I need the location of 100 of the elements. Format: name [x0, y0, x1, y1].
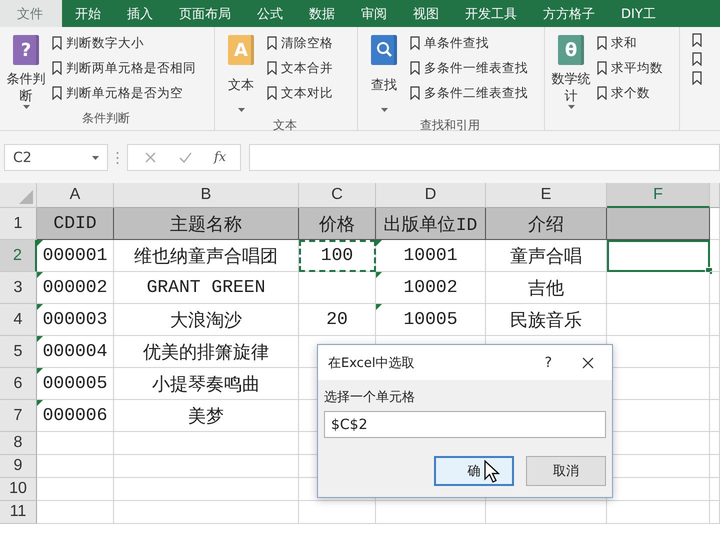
ribbon-tab[interactable]: DIY工: [608, 0, 669, 27]
group-label: 条件判断: [81, 110, 131, 127]
name-box[interactable]: C2: [4, 144, 108, 171]
table-cell: 主题名称: [114, 208, 299, 240]
ribbon-tab[interactable]: 开始: [62, 0, 114, 27]
table-cell: [710, 240, 720, 272]
column-header[interactable]: B: [114, 183, 299, 208]
table-cell: [710, 272, 720, 304]
dialog-button[interactable]: 确: [434, 456, 514, 486]
table-cell: [710, 336, 720, 368]
row-header[interactable]: 1: [0, 208, 37, 240]
ribbon-item[interactable]: 求个数: [597, 83, 663, 103]
book-icon: A: [228, 35, 254, 65]
caret-icon: [568, 105, 574, 109]
group-label: 文本: [272, 117, 298, 134]
column-header[interactable]: D: [376, 183, 486, 208]
table-cell: [710, 478, 720, 501]
ribbon-big-button[interactable]: ? 条件判断: [6, 31, 46, 109]
table-cell: 000001: [37, 240, 114, 272]
ribbon-tab[interactable]: 视图: [400, 0, 452, 27]
ribbon-big-button[interactable]: 查找: [371, 31, 397, 117]
table-cell: 20: [299, 304, 376, 336]
ribbon-big-button[interactable]: θ 数学统计: [552, 31, 590, 109]
column-header[interactable]: [710, 183, 720, 208]
table-cell: 美梦: [114, 400, 299, 432]
bookmark-icon: [597, 36, 607, 50]
help-button[interactable]: ?: [544, 354, 552, 370]
table-cell: 000006: [37, 400, 114, 432]
row-header[interactable]: 6: [0, 368, 37, 400]
row-header[interactable]: 9: [0, 455, 37, 478]
dialog-title: 在Excel中选取: [328, 354, 416, 372]
cancel-icon[interactable]: [144, 151, 157, 164]
row-header[interactable]: 10: [0, 478, 37, 501]
caret-icon: [238, 108, 244, 112]
grip-icon: [116, 150, 119, 164]
table-cell: 介绍: [486, 208, 607, 240]
table-cell: [710, 208, 720, 240]
row-header[interactable]: 8: [0, 432, 37, 455]
table-cell: [710, 501, 720, 524]
bookmark-icon: [267, 61, 277, 75]
bookmark-icon: [52, 86, 62, 100]
ribbon-big-button[interactable]: A 文本: [228, 31, 254, 117]
prompt-label: 选择一个单元格: [324, 389, 416, 406]
ribbon-item[interactable]: 多条件二维表查找: [410, 83, 528, 103]
bookmark-icon: [410, 36, 420, 50]
bookmark-icon: [692, 33, 702, 47]
insert-function-button[interactable]: fx: [214, 150, 226, 165]
bookmark-icon: [410, 86, 420, 100]
table-cell: 出版单位ID: [376, 208, 486, 240]
ribbon-item[interactable]: 判断数字大小: [52, 33, 196, 53]
input-field[interactable]: $C$2: [324, 411, 606, 438]
ribbon-tab[interactable]: 文件: [0, 0, 62, 27]
column-header[interactable]: E: [486, 183, 607, 208]
ribbon-tab[interactable]: 公式: [244, 0, 296, 27]
ribbon-item[interactable]: 单条件查找: [410, 33, 528, 53]
row-header[interactable]: 5: [0, 336, 37, 368]
ribbon-item[interactable]: 求平均数: [597, 58, 663, 78]
ribbon-item[interactable]: 多条件一维表查找: [410, 58, 528, 78]
table-cell: [710, 368, 720, 400]
formula-input[interactable]: [249, 144, 720, 171]
table-cell: GRANT GREEN: [114, 272, 299, 304]
bookmark-icon: [52, 36, 62, 50]
ribbon-item[interactable]: 判断两单元格是否相同: [52, 58, 196, 78]
column-header[interactable]: F: [607, 183, 710, 208]
table-cell: [710, 432, 720, 455]
bookmark-icon: [267, 86, 277, 100]
select-all-icon[interactable]: [19, 190, 33, 204]
table-cell: 10005: [376, 304, 486, 336]
close-icon[interactable]: [582, 356, 594, 368]
table-cell: 优美的排箫旋律: [114, 336, 299, 368]
bookmark-icon: [267, 36, 277, 50]
ribbon-tab[interactable]: 页面布局: [166, 0, 244, 27]
table-cell: 000003: [37, 304, 114, 336]
caret-icon: [22, 105, 30, 109]
dialog-button[interactable]: 取消: [526, 456, 606, 486]
column-header[interactable]: A: [37, 183, 114, 208]
column-header[interactable]: C: [299, 183, 376, 208]
ribbon-tab[interactable]: 数据: [296, 0, 348, 27]
ribbon-item[interactable]: 文本合并: [267, 58, 333, 78]
row-header[interactable]: 4: [0, 304, 37, 336]
ribbon-tab[interactable]: 开发工具: [452, 0, 530, 27]
table-cell: 童声合唱: [486, 240, 607, 272]
row-header[interactable]: 7: [0, 400, 37, 432]
ribbon-item[interactable]: 文本对比: [267, 83, 333, 103]
row-header[interactable]: 3: [0, 272, 37, 304]
book-icon: ?: [13, 35, 39, 65]
ribbon-item[interactable]: 求和: [597, 33, 663, 53]
check-icon[interactable]: [179, 151, 192, 164]
ribbon-tab[interactable]: 插入: [114, 0, 166, 27]
ribbon-item[interactable]: 清除空格: [267, 33, 333, 53]
row-header[interactable]: 2: [0, 240, 37, 272]
book-icon: θ: [558, 35, 584, 65]
ribbon-tab[interactable]: 方方格子: [530, 0, 608, 27]
bookmark-icon: [692, 52, 702, 66]
ribbon-tab[interactable]: 审阅: [348, 0, 400, 27]
table-cell: 000005: [37, 368, 114, 400]
ribbon-item[interactable]: 判断单元格是否为空: [52, 83, 196, 103]
row-header[interactable]: 11: [0, 501, 37, 524]
bookmark-icon: [597, 61, 607, 75]
table-cell: 000002: [37, 272, 114, 304]
